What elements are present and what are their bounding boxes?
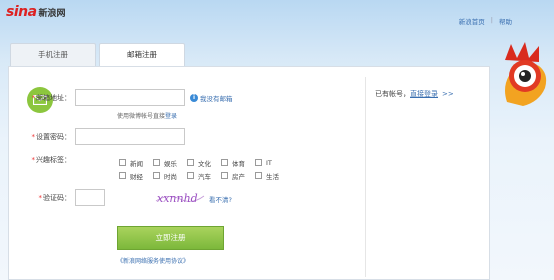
interest-checkbox-culture[interactable]: 文化 [187, 157, 221, 168]
email-row: *邮箱地址： i 我没有邮箱 [9, 89, 233, 106]
password-row: *设置密码： [9, 128, 185, 145]
interest-label-finance: 财经 [130, 172, 143, 181]
password-input[interactable] [75, 128, 185, 145]
captcha-image[interactable]: xxnnhd [154, 189, 206, 206]
interest-checkbox-it[interactable]: IT [255, 157, 289, 168]
checkbox[interactable] [255, 172, 262, 179]
direct-login-link[interactable]: 直接登录 [410, 90, 438, 98]
captcha-input[interactable] [75, 189, 105, 206]
captcha-label-text: 验证码： [43, 193, 71, 202]
tab-phone-register[interactable]: 手机注册 [10, 43, 96, 66]
registration-tabs: 手机注册 邮箱注册 [10, 43, 188, 67]
required-mark: * [31, 132, 36, 141]
info-icon: i [190, 93, 198, 102]
checkbox[interactable] [221, 159, 228, 166]
interest-checkbox-life[interactable]: 生活 [255, 170, 289, 181]
weibo-login-link[interactable]: 登录 [165, 113, 177, 120]
interest-checkbox-fashion[interactable]: 时尚 [153, 170, 187, 181]
interest-label-culture: 文化 [198, 159, 211, 168]
password-label-text: 设置密码： [36, 132, 71, 141]
tab-email-register[interactable]: 邮箱注册 [99, 43, 185, 67]
interest-checkbox-news[interactable]: 新闻 [119, 157, 153, 168]
interest-label-realestate: 房产 [232, 172, 245, 181]
home-link[interactable]: 新浪首页 [459, 16, 485, 26]
interest-tags: 新闻 娱乐 文化 体育 IT 财经 时尚 汽车 房产 生活 [119, 157, 289, 181]
captcha-row: *验证码： [9, 189, 105, 206]
interest-label: *兴趣标签： [9, 155, 75, 165]
interest-checkbox-sports[interactable]: 体育 [221, 157, 255, 168]
checkbox[interactable] [187, 159, 194, 166]
interest-checkbox-realestate[interactable]: 房产 [221, 170, 255, 181]
email-input[interactable] [75, 89, 185, 106]
no-email-label: 我没有邮箱 [200, 94, 233, 103]
login-arrow: >> [442, 90, 454, 98]
interest-label-fashion: 时尚 [164, 172, 177, 181]
interest-checkbox-entertainment[interactable]: 娱乐 [153, 157, 187, 168]
help-link[interactable]: 帮助 [499, 16, 512, 26]
interest-label-text: 兴趣标签： [36, 156, 71, 164]
sina-logo[interactable]: sina 新浪网 [6, 4, 66, 20]
email-label: *邮箱地址： [9, 93, 75, 103]
interest-checkbox-auto[interactable]: 汽车 [187, 170, 221, 181]
captcha-refresh-link[interactable]: 看不清? [209, 194, 232, 204]
checkbox[interactable] [255, 159, 262, 166]
interest-label-it: IT [266, 158, 272, 167]
interest-label-sports: 体育 [232, 159, 245, 168]
login-prompt-text: 已有帐号， [375, 90, 410, 98]
interest-label-row: *兴趣标签： [9, 155, 75, 165]
logo-text: sina [6, 4, 37, 20]
interest-label-auto: 汽车 [198, 172, 211, 181]
checkbox[interactable] [119, 159, 126, 166]
registration-panel: *邮箱地址： i 我没有邮箱 使用微博帐号直接登录 *设置密码： *兴趣标签： … [8, 66, 490, 280]
logo-subtitle: 新浪网 [38, 8, 66, 19]
sina-eye-mascot-icon [505, 42, 547, 106]
email-hint-text: 使用微博帐号直接 [117, 113, 166, 120]
checkbox[interactable] [221, 172, 228, 179]
checkbox[interactable] [153, 172, 160, 179]
password-label: *设置密码： [9, 132, 75, 142]
email-hint: 使用微博帐号直接登录 [117, 111, 177, 120]
top-links: 新浪首页 | 帮助 [459, 16, 512, 26]
checkbox[interactable] [187, 172, 194, 179]
no-email-link[interactable]: i 我没有邮箱 [190, 93, 233, 103]
top-bar: sina 新浪网 新浪首页 | 帮助 [0, 0, 554, 30]
login-prompt: 已有帐号，直接登录 >> [375, 89, 454, 99]
required-mark: * [31, 156, 36, 164]
interest-label-entertainment: 娱乐 [164, 159, 177, 168]
captcha-text: xxnnhd [157, 192, 198, 205]
interest-label-life: 生活 [266, 172, 279, 181]
interest-label-news: 新闻 [130, 159, 143, 168]
interest-checkbox-finance[interactable]: 财经 [119, 170, 153, 181]
terms-link[interactable]: 《新浪网络服务使用协议》 [117, 256, 189, 265]
panel-divider [365, 77, 366, 277]
email-label-text: 邮箱地址： [36, 93, 71, 102]
checkbox[interactable] [119, 172, 126, 179]
checkbox[interactable] [153, 159, 160, 166]
required-mark: * [31, 93, 36, 102]
register-button[interactable]: 立即注册 [117, 226, 224, 250]
captcha-label: *验证码： [9, 193, 75, 203]
required-mark: * [38, 193, 43, 202]
top-links-divider: | [490, 16, 493, 24]
